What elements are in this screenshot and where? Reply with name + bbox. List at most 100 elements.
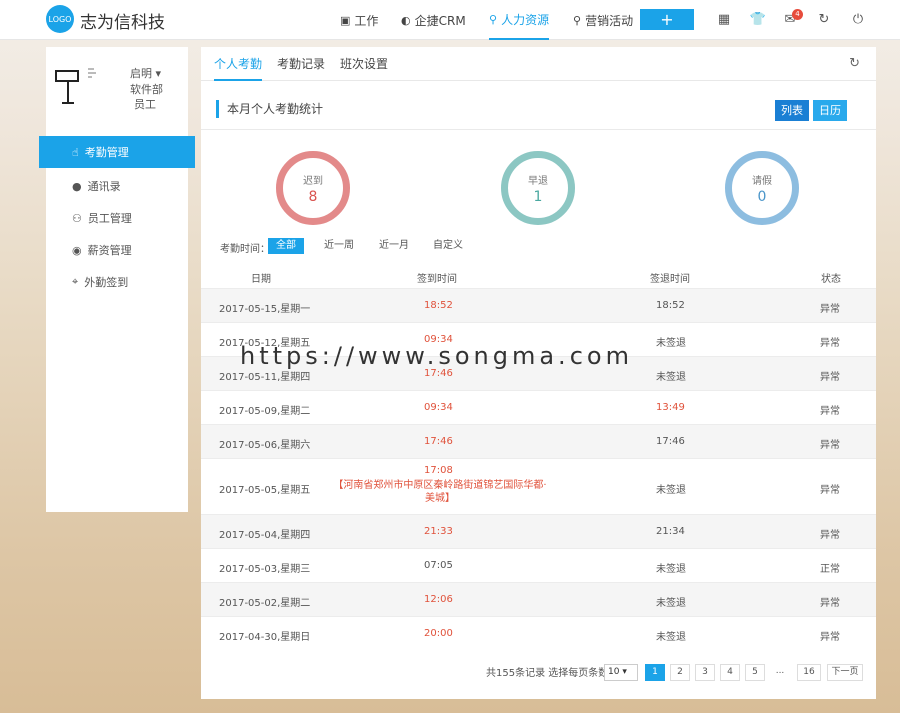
cell-checkout: 未签退	[656, 338, 686, 349]
cell-status: 异常	[820, 530, 840, 541]
leave-stat: 请假 0	[725, 151, 799, 225]
page-1-button[interactable]: 1	[645, 664, 665, 681]
tab-personal-attendance[interactable]: 个人考勤	[214, 47, 263, 81]
filter-custom[interactable]: 自定义	[425, 238, 471, 254]
leave-stat-value: 0	[757, 188, 767, 205]
filter-all[interactable]: 全部	[268, 238, 304, 254]
nav-hr[interactable]: ⚲ 人力资源	[489, 0, 550, 40]
cell-checkout: 未签退	[656, 632, 686, 643]
section-title: 本月个人考勤统计	[216, 100, 323, 118]
cell-date: 2017-05-05,星期五	[219, 485, 311, 496]
filter-month[interactable]: 近一月	[371, 238, 417, 254]
leave-stat-label: 请假	[752, 175, 772, 187]
cell-checkout: 未签退	[656, 485, 686, 496]
mail-badge: 4	[792, 9, 803, 20]
page-size-select[interactable]: 10 ▾	[604, 664, 638, 681]
top-bar: LOGO 志为信科技 ▣ 工作 ◐ 企捷CRM ⚲ 人力资源 ⚲ 营销活动 + …	[0, 0, 900, 40]
salary-icon: ◉	[72, 243, 82, 257]
cell-checkin-address: 【河南省郑州市中原区秦岭路街道锦艺国际华都·美城】	[333, 480, 547, 504]
divider	[201, 129, 876, 130]
cell-date: 2017-05-02,星期二	[219, 598, 311, 609]
table-row: 2017-05-15,星期一 18:52 18:52 异常	[201, 288, 876, 322]
hand-icon: ☝	[72, 145, 79, 159]
page-size-value: 10	[608, 667, 620, 677]
nav-crm[interactable]: ◐ 企捷CRM	[401, 0, 466, 40]
cell-status: 异常	[820, 304, 840, 315]
people-icon: ⚲	[489, 12, 498, 26]
table-row: 2017-05-05,星期五 17:08 【河南省郑州市中原区秦岭路街道锦艺国际华都…	[201, 458, 876, 514]
header-checkout: 签退时间	[650, 274, 690, 285]
sidebar-item-label: 外勤签到	[84, 276, 129, 289]
cell-checkout: 17:46	[656, 436, 685, 447]
list-view-button[interactable]: 列表	[775, 100, 809, 121]
cell-date: 2017-05-06,星期六	[219, 440, 311, 451]
sidebar-item-label: 员工管理	[87, 212, 132, 225]
cell-checkin: 18:52	[424, 300, 453, 311]
contact-icon: ●	[72, 179, 82, 193]
cell-checkout: 18:52	[656, 300, 685, 311]
page-3-button[interactable]: 3	[695, 664, 715, 681]
calendar-view-button[interactable]: 日历	[813, 100, 847, 121]
filter-label: 考勤时间：	[220, 244, 270, 255]
sidebar-item-label: 薪资管理	[87, 244, 132, 257]
page-ellipsis: ...	[775, 666, 785, 676]
cell-checkout: 未签退	[656, 564, 686, 575]
cell-date: 2017-05-11,星期四	[219, 372, 311, 383]
early-leave-stat-label: 早退	[528, 175, 548, 187]
cell-checkin: 17:08	[424, 465, 453, 476]
brand-name: 志为信科技	[80, 13, 165, 33]
cell-checkout: 未签退	[656, 598, 686, 609]
sidebar-item-field-checkin[interactable]: ⌖ 外勤签到	[46, 266, 188, 298]
staff-icon: ⚇	[72, 211, 82, 225]
qrcode-icon[interactable]: ▦	[715, 11, 733, 29]
late-stat-label: 迟到	[303, 175, 323, 187]
user-name-dropdown[interactable]: 启明 ▾	[130, 65, 161, 81]
page-2-button[interactable]: 2	[670, 664, 690, 681]
sidebar-item-attendance[interactable]: ☝ 考勤管理	[39, 136, 195, 168]
user-role: 员工	[134, 98, 156, 111]
early-leave-stat: 早退 1	[501, 151, 575, 225]
cell-status: 异常	[820, 485, 840, 496]
tab-attendance-records[interactable]: 考勤记录	[277, 47, 325, 81]
tab-shift-settings[interactable]: 班次设置	[340, 47, 388, 81]
sidebar-item-contacts[interactable]: ● 通讯录	[46, 170, 188, 202]
tab-bar: 个人考勤 考勤记录 班次设置 ↻	[201, 47, 876, 81]
page-16-button[interactable]: 16	[797, 664, 821, 681]
power-icon[interactable]: ⏻	[849, 11, 867, 29]
cell-date: 2017-05-09,星期二	[219, 406, 311, 417]
sidebar-item-salary[interactable]: ◉ 薪资管理	[46, 234, 188, 266]
cell-checkin: 17:46	[424, 436, 453, 447]
header-status: 状态	[821, 274, 841, 285]
cell-date: 2017-05-03,星期三	[219, 564, 311, 575]
cell-checkout: 21:34	[656, 526, 685, 537]
nav-crm-label: 企捷CRM	[414, 13, 466, 28]
page-4-button[interactable]: 4	[720, 664, 740, 681]
table-row: 2017-05-06,星期六 17:46 17:46 异常	[201, 424, 876, 458]
nav-marketing[interactable]: ⚲ 营销活动	[573, 0, 633, 40]
briefcase-icon: ▣	[340, 13, 351, 27]
cell-checkin: 12:06	[424, 594, 453, 605]
page-5-button[interactable]: 5	[745, 664, 765, 681]
table-row: 2017-04-30,星期日 20:00 未签退 异常	[201, 616, 876, 650]
sidebar-item-staff[interactable]: ⚇ 员工管理	[46, 202, 188, 234]
cell-checkin: 09:34	[424, 402, 453, 413]
refresh-icon[interactable]: ↻	[849, 56, 860, 71]
shirt-icon[interactable]: 👕	[749, 11, 767, 29]
cell-status: 正常	[820, 564, 840, 575]
user-profile: 启明 ▾ 软件部 员工	[46, 47, 188, 127]
cell-date: 2017-05-04,星期四	[219, 530, 311, 541]
logo[interactable]: LOGO	[46, 5, 74, 33]
nav-hr-label: 人力资源	[501, 12, 550, 27]
user-department: 软件部	[130, 83, 163, 96]
cell-status: 异常	[820, 598, 840, 609]
avatar[interactable]	[52, 67, 102, 107]
filter-week[interactable]: 近一周	[316, 238, 362, 254]
cell-checkin: 20:00	[424, 628, 453, 639]
add-button[interactable]: +	[640, 9, 694, 30]
next-page-button[interactable]: 下一页	[827, 664, 863, 681]
main-content: 个人考勤 考勤记录 班次设置 ↻ 本月个人考勤统计 列表 日历 迟到 8 早退 …	[201, 47, 876, 699]
watermark-text: https://www.songma.com	[240, 342, 633, 370]
sidebar-item-label: 考勤管理	[84, 146, 129, 159]
nav-work[interactable]: ▣ 工作	[340, 0, 378, 40]
refresh-icon[interactable]: ↻	[815, 11, 833, 29]
